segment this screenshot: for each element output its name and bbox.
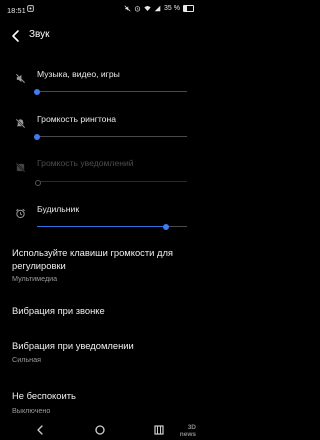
music-volume-slider[interactable] xyxy=(34,88,187,95)
ringtone-volume-thumb[interactable] xyxy=(34,133,40,140)
bell-muted-icon xyxy=(15,118,26,129)
alarm-clock-icon xyxy=(16,208,25,219)
home-icon[interactable] xyxy=(93,423,107,437)
alarm-volume-label: Будильник xyxy=(37,204,80,214)
wifi-icon xyxy=(144,6,151,11)
watermark-line2: news xyxy=(179,431,196,438)
speaker-muted-icon xyxy=(16,74,25,83)
volume-keys-value: Мультимедиа xyxy=(12,274,58,283)
music-volume-label: Музыка, видео, игры xyxy=(37,69,120,79)
back-icon[interactable] xyxy=(33,423,47,437)
alarm-icon xyxy=(134,6,141,12)
music-volume-thumb[interactable] xyxy=(34,88,40,95)
alarm-volume-fill xyxy=(37,226,166,227)
vibrate-on-call-title: Вибрация при звонке xyxy=(12,305,105,316)
battery-level xyxy=(184,6,188,11)
do-not-disturb-title: Не беспокоить xyxy=(12,390,76,401)
navigation-bar: 3D news xyxy=(0,420,200,440)
notification-muted-icon xyxy=(15,162,26,173)
battery-percent: 35 % xyxy=(164,5,180,12)
battery-icon xyxy=(183,5,194,12)
volume-keys-title: Используйте клавиши громкости для регули… xyxy=(12,247,174,271)
status-icons: 35 % xyxy=(124,5,194,12)
notification-icon xyxy=(27,5,34,12)
alarm-volume-thumb[interactable] xyxy=(163,223,169,230)
vibrate-on-notification-value: Сильная xyxy=(12,355,42,364)
do-not-disturb-value: Выключено xyxy=(12,406,51,415)
notification-volume-thumb xyxy=(35,179,41,186)
back-button[interactable] xyxy=(10,29,22,43)
status-time: 18:51 xyxy=(7,6,26,15)
status-bar: 18:51 35 % xyxy=(0,0,200,20)
watermark: 3D news xyxy=(180,424,196,438)
notification-volume-label: Громкость уведомлений xyxy=(37,158,134,168)
alarm-volume-slider[interactable] xyxy=(37,223,187,230)
recents-icon[interactable] xyxy=(152,423,166,437)
signal-icon xyxy=(154,5,161,12)
vibrate-on-notification-title: Вибрация при уведомлении xyxy=(12,340,134,351)
watermark-line1: 3D xyxy=(187,424,196,431)
mute-icon xyxy=(124,5,131,12)
ringtone-volume-slider[interactable] xyxy=(34,133,187,140)
ringtone-volume-label: Громкость рингтона xyxy=(37,114,116,124)
notification-volume-slider xyxy=(35,179,187,186)
page-title: Звук xyxy=(29,29,50,40)
page-header: Звук xyxy=(0,26,200,46)
